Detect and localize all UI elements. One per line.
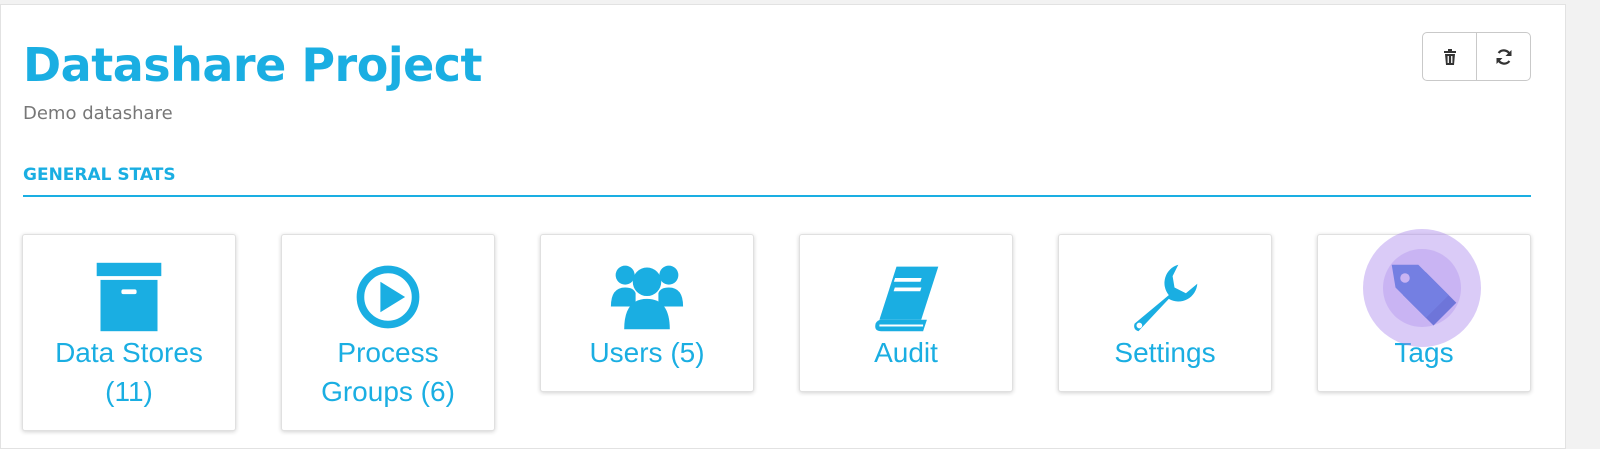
tile-data-stores[interactable]: Data Stores (11) <box>22 234 236 431</box>
tile-label: Process Groups (6) <box>321 337 455 407</box>
project-panel: Datashare Project Demo datashare GENERAL… <box>0 4 1566 449</box>
section-heading: GENERAL STATS <box>23 165 176 185</box>
tile-label: Users (5) <box>589 337 705 368</box>
wrench-icon <box>1125 257 1205 337</box>
tile-label: Tags <box>1394 337 1454 368</box>
tile-process-groups[interactable]: Process Groups (6) <box>281 234 495 431</box>
trash-icon <box>1443 48 1456 65</box>
book-icon <box>866 257 946 337</box>
tile-users[interactable]: Users (5) <box>540 234 754 392</box>
header-actions <box>1422 32 1531 81</box>
section-divider <box>23 195 1531 197</box>
page-title: Datashare Project <box>23 38 483 92</box>
delete-button[interactable] <box>1423 33 1476 80</box>
refresh-button[interactable] <box>1476 33 1530 80</box>
page-subtitle: Demo datashare <box>23 103 173 124</box>
tags-icon <box>1384 257 1464 337</box>
tile-tags[interactable]: Tags <box>1317 234 1531 392</box>
tile-label: Settings <box>1114 337 1216 368</box>
archive-box-icon <box>89 257 169 337</box>
play-circle-icon <box>348 257 428 337</box>
tile-audit[interactable]: Audit <box>799 234 1013 392</box>
refresh-icon <box>1496 48 1511 65</box>
users-icon <box>607 257 687 337</box>
tile-settings[interactable]: Settings <box>1058 234 1272 392</box>
tile-label: Audit <box>874 337 938 368</box>
tile-label: Data Stores (11) <box>55 337 203 407</box>
